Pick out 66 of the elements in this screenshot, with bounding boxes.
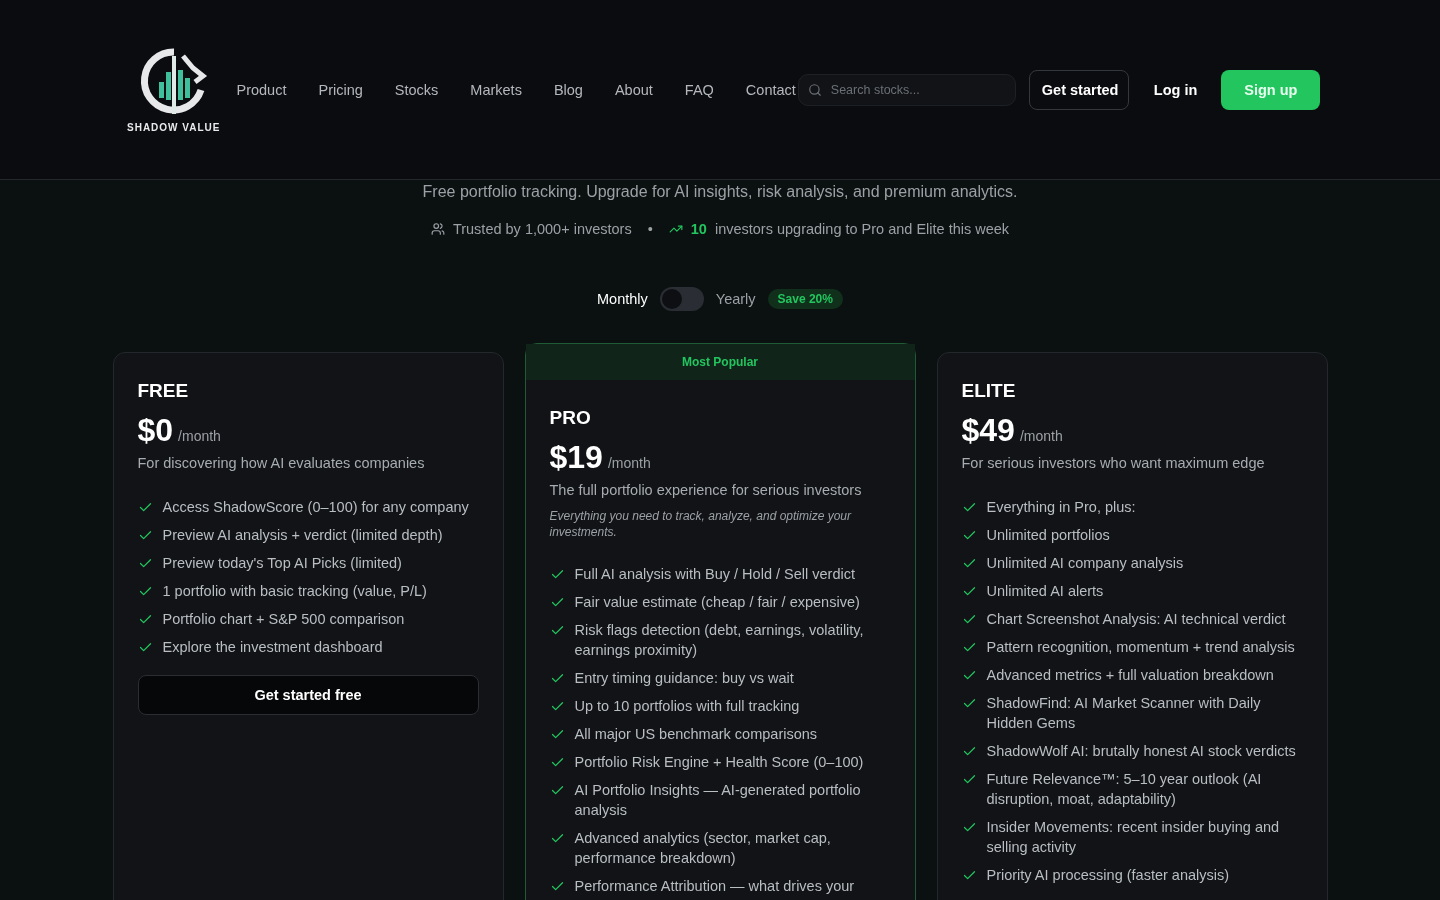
users-icon — [430, 222, 445, 236]
feature-text: Preview today's Top AI Picks (limited) — [162, 554, 402, 573]
nav-link[interactable]: Pricing — [318, 81, 363, 98]
search-field[interactable]: Search stocks... — [797, 73, 1016, 106]
feature-text: ShadowWolf AI: brutally honest AI stock verdicts — [986, 742, 1296, 761]
plan-price: $49 — [961, 412, 1015, 449]
feature-text: All major US benchmark comparisons — [574, 725, 818, 745]
plan-name: ELITE — [961, 380, 1017, 402]
feature-text: Unlimited AI alerts — [986, 582, 1104, 601]
upgrade-count: 10 — [690, 221, 707, 237]
nav-link[interactable]: FAQ — [684, 81, 714, 98]
nav-link[interactable]: Stocks — [394, 81, 439, 98]
feature-text: Future Relevance™: 5–10 year outlook (AI disruption, moat, adaptability) — [986, 770, 1263, 809]
nav-link[interactable]: Blog — [553, 81, 583, 98]
brand-name: SHADOW VALUE — [127, 122, 221, 133]
plan-tagline: The full portfolio experience for serious investors — [549, 482, 863, 498]
feature-text: Advanced analytics (sector, market cap, performance breakdown) — [574, 829, 832, 869]
plan-name: PRO — [549, 407, 592, 429]
feature-text: Everything in Pro, plus: — [986, 498, 1136, 517]
get-started-button[interactable]: Get started — [1028, 69, 1129, 110]
popular-badge: Most Popular — [525, 344, 915, 380]
feature-text: Unlimited AI company analysis — [986, 554, 1184, 573]
feature-text: Chart Screenshot Analysis: AI technical verdict — [986, 610, 1286, 629]
feature-text: Pattern recognition, momentum + trend analysis — [986, 638, 1295, 657]
plan-tagline: For discovering how AI evaluates companies — [137, 455, 426, 471]
feature-text: Portfolio Risk Engine + Health Score (0–100) — [574, 753, 864, 773]
nav-link[interactable]: Product — [236, 81, 287, 98]
plan-price: $0 — [137, 412, 174, 449]
feature-text: ShadowFind: AI Market Scanner with Daily Hidden Gems — [986, 694, 1262, 733]
feature-text: Performance Attribution — what drives your — [574, 877, 855, 897]
feature-text: Portfolio chart + S&P 500 comparison — [162, 610, 405, 629]
feature-text: Priority AI processing (faster analysis) — [986, 866, 1230, 885]
feature-text: Entry timing guidance: buy vs wait — [574, 669, 794, 689]
price-period: /month — [607, 455, 651, 471]
feature-text: Full AI analysis with Buy / Hold / Sell verdict — [574, 565, 855, 585]
yearly-label: Yearly — [715, 291, 756, 307]
feature-text: Advanced metrics + full valuation breakdown — [986, 666, 1274, 685]
plan-note: Everything you need to track, analyze, and optimize your investments. — [549, 508, 853, 541]
plan-tagline: For serious investors who want maximum edge — [961, 455, 1266, 471]
search-icon — [807, 82, 822, 97]
feature-text: 1 portfolio with basic tracking (value, P/L) — [162, 582, 427, 601]
price-period: /month — [1019, 428, 1063, 444]
price-period: /month — [178, 428, 221, 444]
feature-text: Access ShadowScore (0–100) for any company — [162, 498, 469, 517]
plan-name: FREE — [137, 380, 190, 402]
upgrade-text: investors upgrading to Pro and Elite this week — [714, 221, 1010, 237]
feature-text: Up to 10 portfolios with full tracking — [574, 697, 800, 717]
get-started-free-button[interactable]: Get started free — [137, 675, 479, 715]
feature-text: Risk flags detection (debt, earnings, volatility, earnings proximity) — [574, 621, 865, 661]
monthly-label: Monthly — [597, 291, 648, 307]
plan-price: $19 — [549, 439, 603, 476]
feature-text: Fair value estimate (cheap / fair / expensive) — [574, 593, 860, 613]
trust-text: Trusted by 1,000+ investors — [452, 221, 632, 237]
feature-text: Explore the investment dashboard — [162, 638, 383, 657]
separator-dot: • — [647, 221, 653, 237]
nav-link[interactable]: About — [614, 81, 653, 98]
feature-text: Unlimited portfolios — [986, 526, 1110, 545]
save-badge: Save 20% — [767, 289, 843, 309]
subtitle: Free portfolio tracking. Upgrade for AI insights, risk analysis, and premium analytics. — [422, 182, 1018, 201]
nav-link[interactable]: Contact — [745, 81, 796, 98]
feature-text: Insider Movements: recent insider buying and selling activity — [986, 818, 1281, 857]
billing-toggle[interactable] — [659, 287, 704, 311]
feature-text: AI Portfolio Insights — AI-generated portfolio analysis — [574, 781, 862, 821]
log-in-button[interactable]: Log in — [1141, 69, 1210, 110]
nav-link[interactable]: Markets — [470, 81, 522, 98]
feature-text: Preview AI analysis + verdict (limited depth) — [162, 526, 443, 545]
